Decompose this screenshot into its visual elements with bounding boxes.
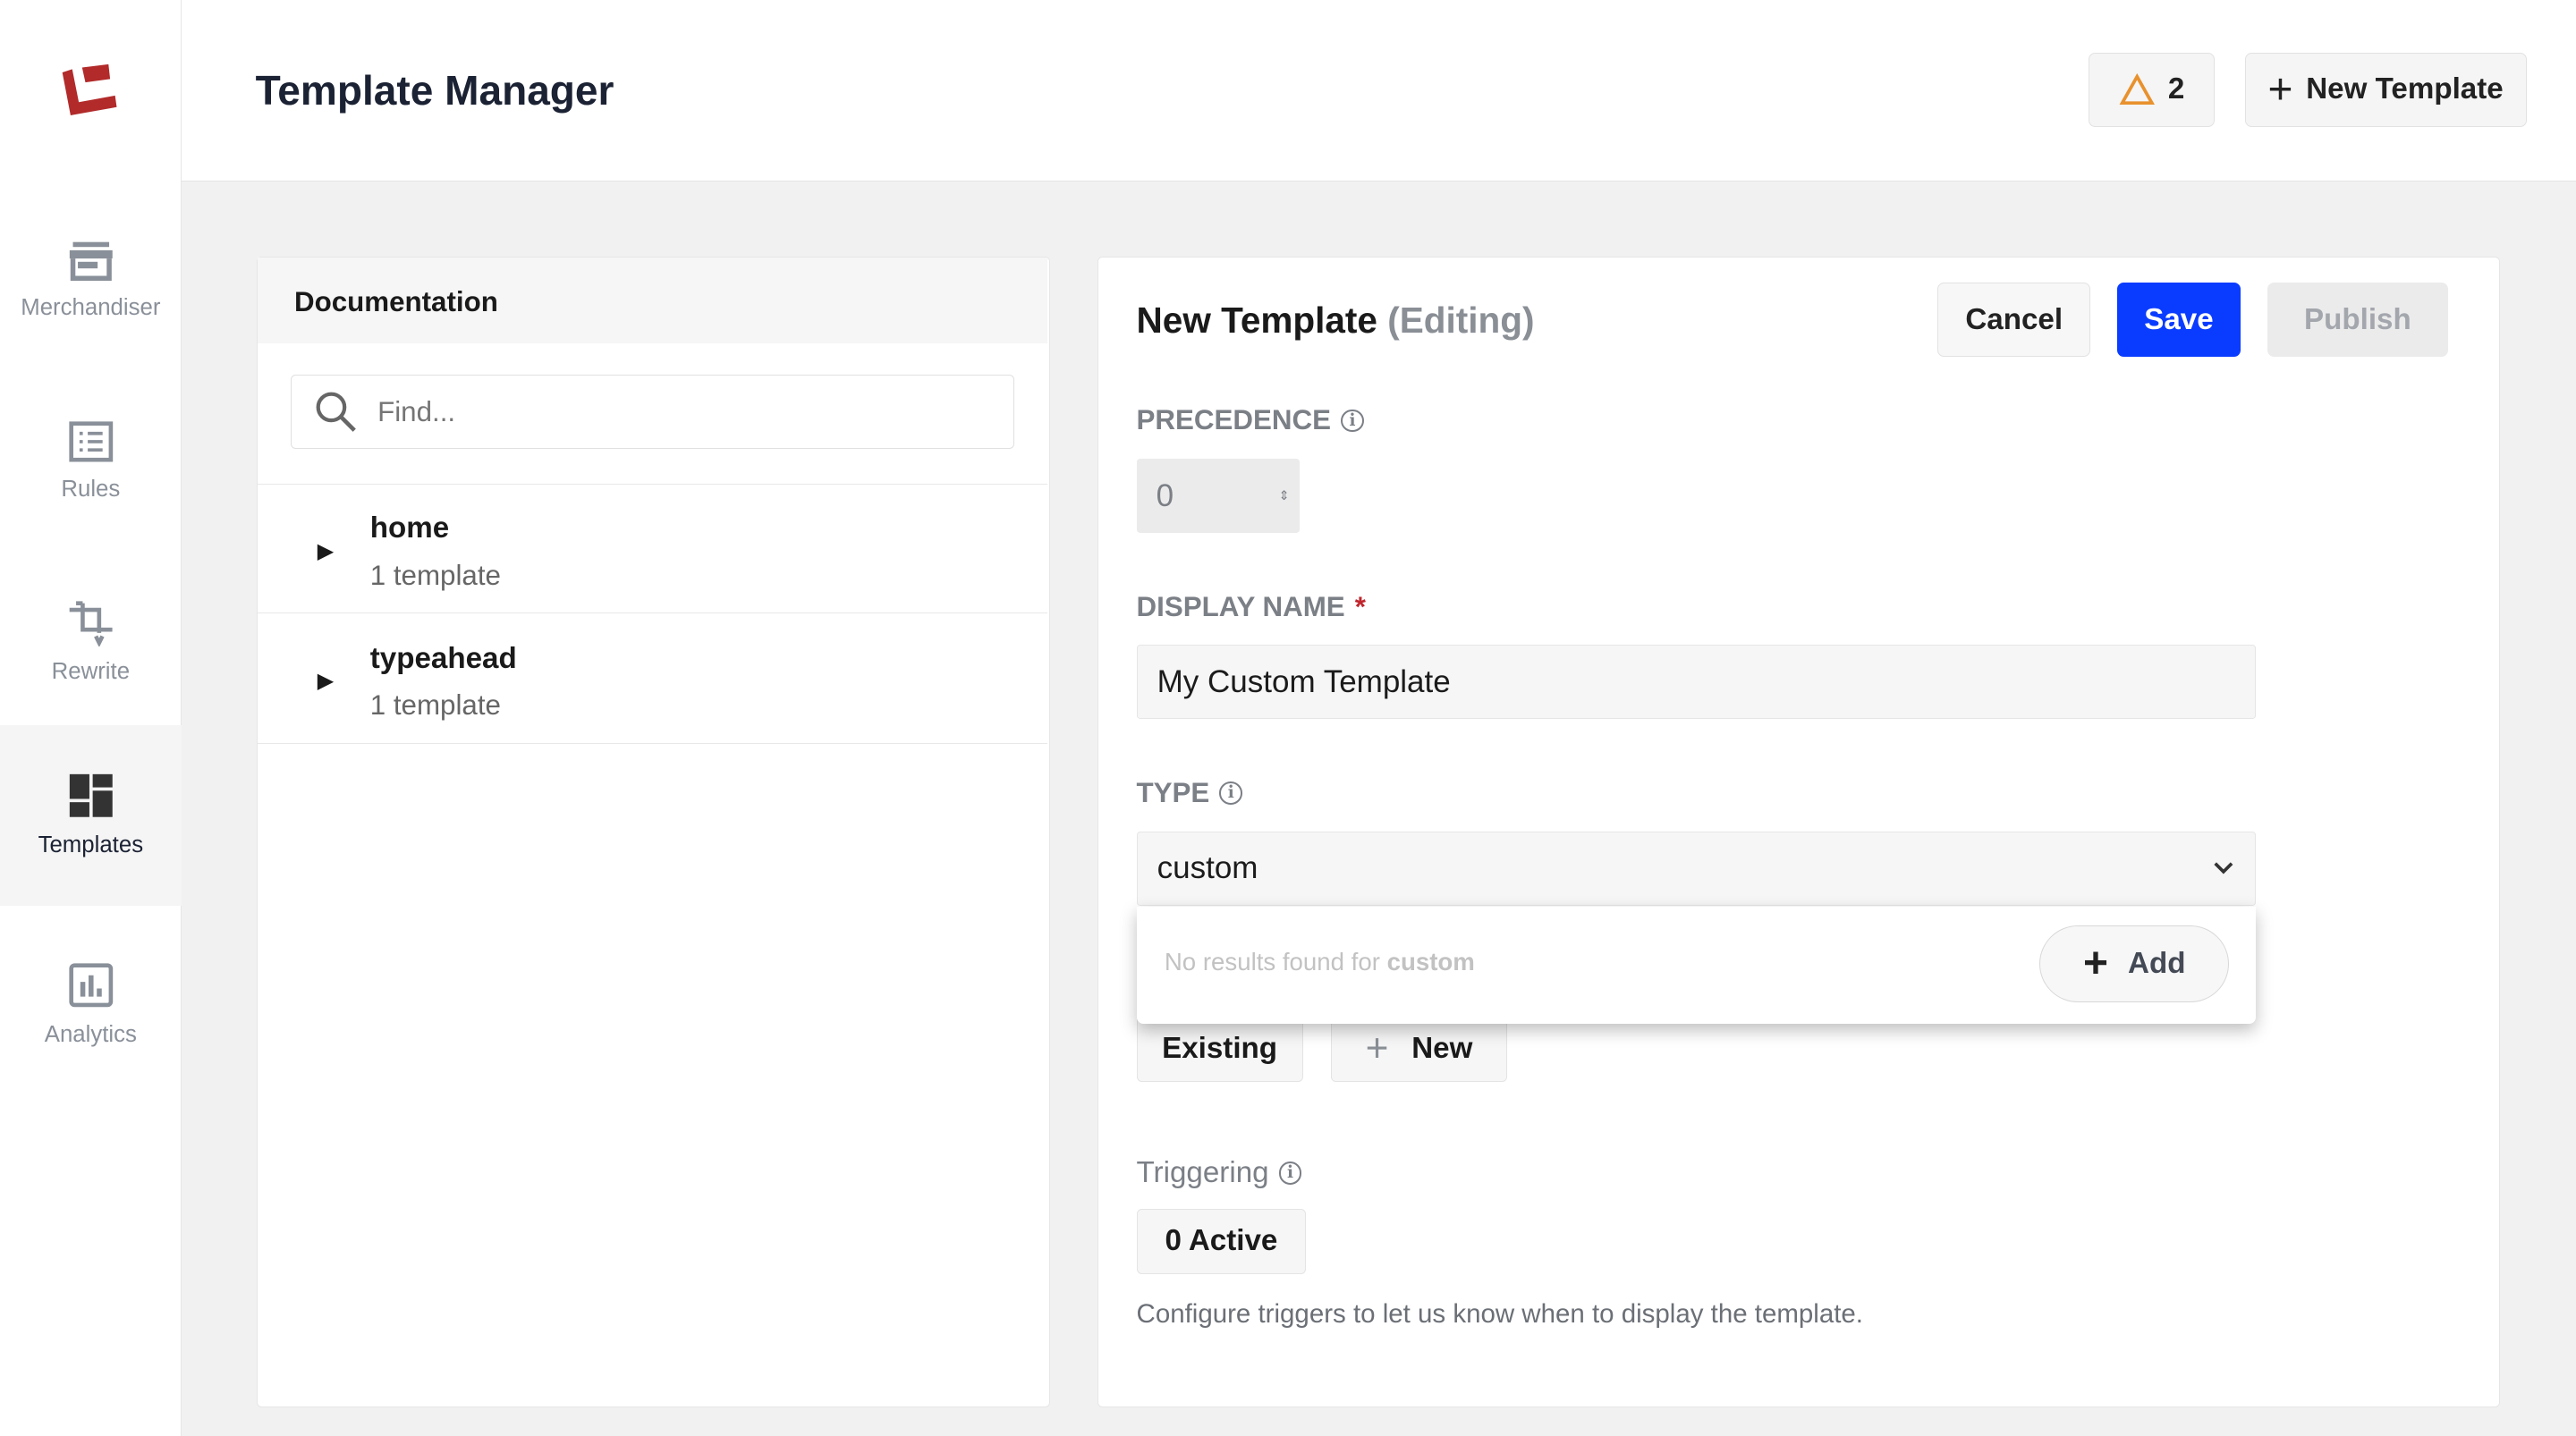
new-template-label: New Template [2306,72,2504,106]
type-select[interactable]: custom [1136,831,2256,906]
info-icon[interactable]: i [1219,781,1243,805]
display-name-input[interactable]: My Custom Template [1136,645,2256,720]
editor-panel: New Template (Editing) Cancel Save Publi… [1097,257,2501,1407]
item-name: typeahead [369,641,517,675]
display-name-label: DISPLAY NAME * [1136,590,1366,622]
no-results-text: No results found for custom [1164,948,1475,976]
triggering-label: Triggering i [1137,1156,1302,1190]
sidebar-item-analytics[interactable]: Analytics [0,915,182,1096]
list-item[interactable]: ▶ typeahead 1 template [258,613,1048,744]
expand-caret-icon[interactable]: ▶ [318,538,334,564]
page-title: Template Manager [255,66,614,114]
item-count: 1 template [369,689,501,722]
warnings-button[interactable]: 2 [2088,52,2216,127]
info-icon[interactable]: i [1341,409,1364,433]
top-bar: Template Manager 2 + New Template [181,0,2576,182]
warnings-count: 2 [2167,72,2185,106]
new-template-button[interactable]: + New Template [2244,52,2527,127]
save-button[interactable]: Save [2116,283,2241,357]
plus-icon: + [2267,65,2293,114]
search-input[interactable] [377,395,971,428]
active-triggers-button[interactable]: 0 Active [1136,1208,1307,1275]
item-name: home [369,511,450,545]
bar-chart-icon [68,963,113,1008]
triggering-help-text: Configure triggers to let us know when t… [1136,1298,1863,1329]
item-count: 1 template [369,559,501,591]
new-button[interactable]: + New [1330,1016,1508,1082]
documentation-panel: Documentation ▶ home 1 template ▶ typeah… [257,257,1050,1407]
cancel-button[interactable]: Cancel [1937,283,2091,357]
precedence-input[interactable]: 0 ⇕ [1136,459,1300,534]
sidebar-item-merchandiser[interactable]: Merchandiser [0,190,182,371]
logo [63,63,117,115]
list-icon [68,421,113,462]
existing-button[interactable]: Existing [1136,1016,1303,1082]
warning-icon [2119,72,2155,105]
expand-caret-icon[interactable]: ▶ [318,668,334,694]
sidebar-item-templates[interactable]: Templates [0,724,182,907]
info-icon[interactable]: i [1278,1161,1302,1185]
sidebar-item-rules[interactable]: Rules [0,371,182,553]
sidebar-item-label: Templates [38,832,144,857]
sidebar-item-label: Rewrite [51,659,131,685]
sidebar-item-label: Merchandiser [21,295,161,321]
type-dropdown: No results found for custom + Add [1136,907,2256,1025]
storefront-icon [69,242,113,282]
type-label: TYPE i [1137,777,1243,809]
sidebar-item-label: Rules [61,476,121,502]
precedence-label: PRECEDENCE i [1137,404,1364,436]
documentation-title: Documentation [258,258,1048,344]
add-button[interactable]: + Add [2039,925,2230,1003]
documentation-search[interactable] [291,375,1015,450]
list-item[interactable]: ▶ home 1 template [258,484,1048,614]
plus-icon: + [1365,1026,1389,1070]
sidebar: Merchandiser Rules Rewrite Templates Ana… [0,0,182,1436]
dashboard-icon [69,774,113,818]
plus-icon: + [2082,940,2108,988]
rewrite-icon [69,601,113,646]
editor-title: New Template (Editing) [1136,299,1535,341]
publish-button[interactable]: Publish [2267,283,2449,357]
stepper-icon[interactable]: ⇕ [1279,488,1290,503]
sidebar-item-label: Analytics [44,1021,137,1047]
search-icon [316,392,356,432]
chevron-down-icon [2214,862,2233,874]
sidebar-item-rewrite[interactable]: Rewrite [0,552,182,733]
